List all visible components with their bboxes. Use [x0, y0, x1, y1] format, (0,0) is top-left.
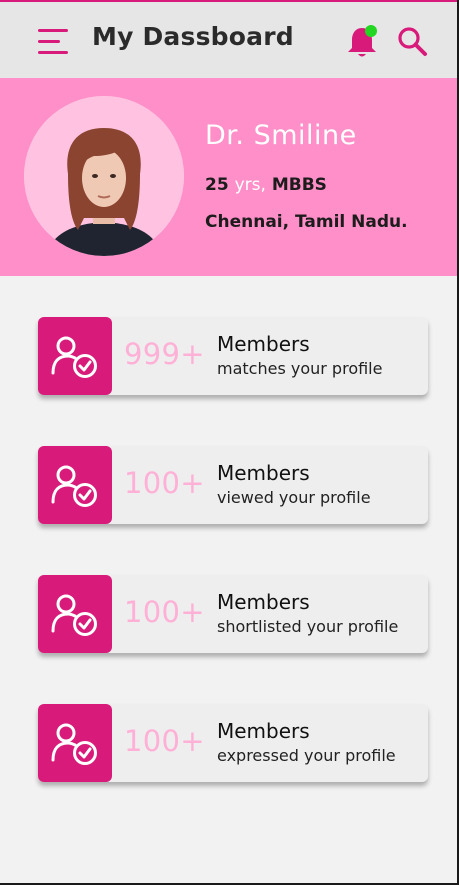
profile-age: 25: [205, 175, 229, 195]
profile-banner: Dr. Smiline 25 yrs, MBBS Chennai, Tamil …: [0, 78, 457, 276]
hamburger-menu-icon[interactable]: [38, 29, 68, 55]
stat-subtitle: expressed your profile: [217, 746, 396, 765]
stat-icon-box: [38, 317, 112, 395]
user-verified-icon: [51, 336, 97, 378]
profile-location: Chennai, Tamil Nadu.: [205, 212, 408, 232]
profile-name: Dr. Smiline: [205, 120, 357, 151]
stat-icon-box: [38, 446, 112, 524]
dashboard-screen: My Dassboard Dr. Smiline 25 yrs, MBBS Ch…: [0, 0, 459, 885]
stat-count: 100+: [124, 466, 205, 500]
search-button[interactable]: [396, 26, 428, 58]
notification-bell-button[interactable]: [345, 24, 381, 60]
stat-subtitle: matches your profile: [217, 359, 383, 378]
profile-photo: [24, 96, 184, 256]
stat-title: Members: [217, 719, 310, 743]
profile-degree: MBBS: [271, 175, 327, 195]
user-verified-icon: [51, 465, 97, 507]
stat-card-shortlisted[interactable]: 100+ Members shortlisted your profile: [38, 575, 428, 653]
stat-subtitle: shortlisted your profile: [217, 617, 399, 636]
stat-card-expressed[interactable]: 100+ Members expressed your profile: [38, 704, 428, 782]
stat-title: Members: [217, 590, 310, 614]
app-header: My Dassboard: [0, 2, 457, 78]
stat-title: Members: [217, 332, 310, 356]
stat-icon-box: [38, 704, 112, 782]
page-title: My Dassboard: [92, 22, 294, 51]
profile-age-unit: yrs,: [234, 175, 266, 195]
stat-count: 100+: [124, 595, 205, 629]
stat-count: 100+: [124, 724, 205, 758]
stat-icon-box: [38, 575, 112, 653]
notification-dot: [365, 25, 377, 37]
profile-age-degree: 25 yrs, MBBS: [205, 175, 327, 195]
stat-card-matches[interactable]: 999+ Members matches your profile: [38, 317, 428, 395]
user-verified-icon: [51, 723, 97, 765]
stat-card-viewed[interactable]: 100+ Members viewed your profile: [38, 446, 428, 524]
stat-count: 999+: [124, 337, 205, 371]
stat-title: Members: [217, 461, 310, 485]
bell-icon: [348, 25, 377, 57]
user-verified-icon: [51, 594, 97, 636]
search-icon: [398, 27, 427, 56]
stat-subtitle: viewed your profile: [217, 488, 371, 507]
avatar[interactable]: [24, 96, 184, 256]
